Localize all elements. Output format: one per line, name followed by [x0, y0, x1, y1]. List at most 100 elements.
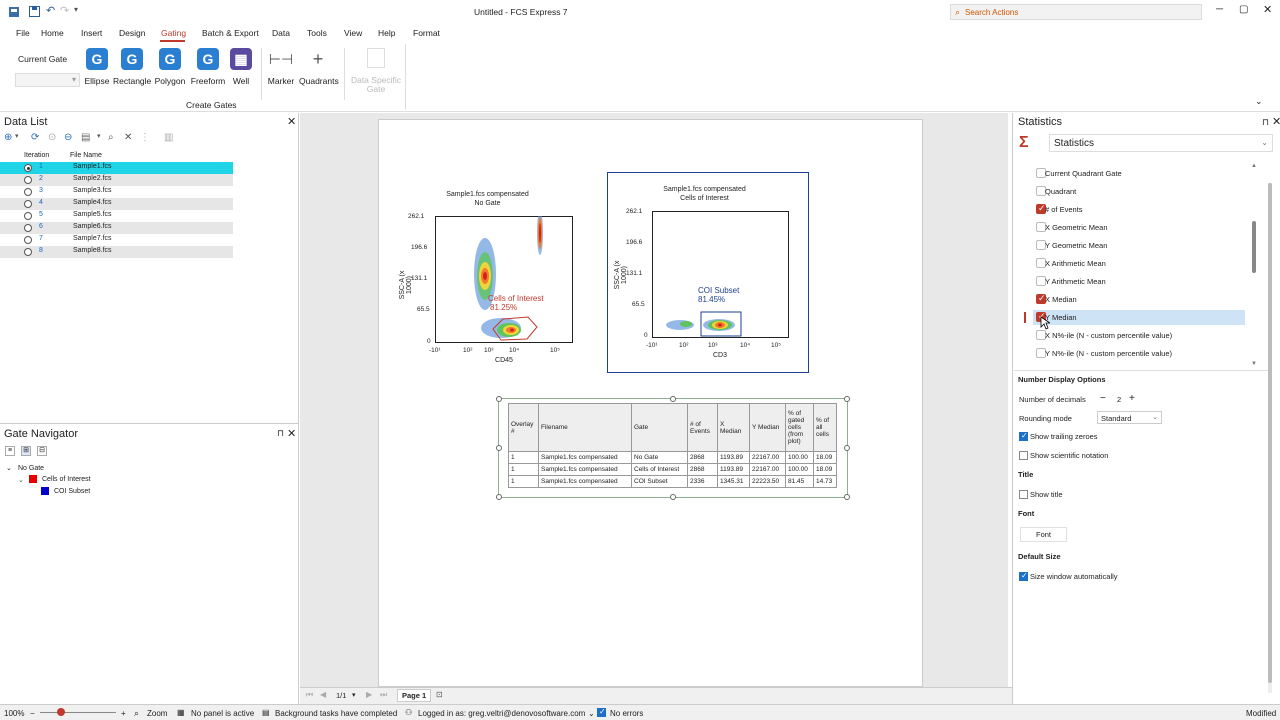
polygon-button[interactable]: G Polygon [154, 48, 186, 86]
view-icon[interactable]: ▤ [81, 132, 90, 143]
view-dropdown-icon[interactable]: ▾ [97, 132, 101, 140]
file-name-header[interactable]: File Name [70, 152, 102, 159]
stat-y-arithmetic-mean[interactable]: Y Arithmetic Mean [1033, 274, 1245, 289]
freeform-button[interactable]: G Freeform [190, 48, 226, 86]
menu-insert[interactable]: Insert [81, 28, 102, 38]
row-radio[interactable] [24, 212, 32, 220]
font-button[interactable]: Font [1020, 527, 1067, 542]
quadrants-button[interactable]: + Quadrants [299, 48, 339, 86]
menu-help[interactable]: Help [378, 28, 395, 38]
up-icon[interactable]: ⊙ [48, 132, 56, 143]
resize-handle[interactable] [496, 445, 502, 451]
menu-home[interactable]: Home [41, 28, 64, 38]
data-list-row[interactable]: 1 Sample1.fcs [0, 162, 233, 174]
stat-y-geometric-mean[interactable]: Y Geometric Mean [1033, 238, 1245, 253]
zoom-label[interactable]: Zoom [147, 709, 167, 718]
menu-view[interactable]: View [344, 28, 362, 38]
iteration-header[interactable]: Iteration [24, 152, 49, 159]
resize-handle[interactable] [844, 396, 850, 402]
data-list-row[interactable]: 7 Sample7.fcs [0, 234, 233, 246]
ribbon-collapse-icon[interactable]: ⌄ [1255, 96, 1263, 107]
down-icon[interactable]: ⊖ [64, 132, 72, 143]
stat-x-arithmetic-mean[interactable]: X Arithmetic Mean [1033, 256, 1245, 271]
stat-y-median[interactable]: Y Median [1033, 310, 1245, 325]
current-gate-dropdown[interactable]: ▾ [15, 73, 80, 87]
resize-handle[interactable] [496, 494, 502, 500]
next-page-icon[interactable]: ▶ [366, 690, 372, 699]
quick-access-dropdown-icon[interactable]: ▾ [74, 5, 78, 14]
gate-tree-coi-subset[interactable]: COI Subset [54, 488, 90, 495]
data-list-row[interactable]: 4 Sample4.fcs [0, 198, 233, 210]
row-radio[interactable] [24, 188, 32, 196]
ellipse-button[interactable]: G Ellipse [84, 48, 110, 86]
menu-design[interactable]: Design [119, 28, 145, 38]
minimize-button[interactable]: ─ [1216, 4, 1223, 15]
menu-file[interactable]: File [16, 28, 30, 38]
add-icon[interactable]: ⊕ [4, 132, 12, 143]
resize-handle[interactable] [670, 494, 676, 500]
size-window-checkbox[interactable] [1019, 571, 1028, 581]
tree-view-icon[interactable]: ⊟ [37, 446, 47, 456]
prev-page-icon[interactable]: ◀ [320, 690, 326, 699]
gate-tree-cells-of-interest[interactable]: Cells of Interest [42, 476, 91, 483]
plot1-scatter[interactable] [435, 216, 573, 343]
find-icon[interactable]: ⌕ [108, 132, 114, 143]
show-scientific-checkbox[interactable] [1019, 451, 1028, 460]
stat-number-of-events[interactable]: # of Events [1033, 202, 1245, 217]
stat-x-percentile[interactable]: X N%-ile (N - custom percentile value) [1033, 328, 1245, 343]
data-list-row[interactable]: 5 Sample5.fcs [0, 210, 233, 222]
row-radio[interactable] [24, 176, 32, 184]
show-trailing-zeroes-checkbox[interactable] [1019, 431, 1028, 441]
maximize-button[interactable]: ▢ [1239, 4, 1248, 15]
pin-icon[interactable]: ⊓ [1262, 117, 1269, 128]
statistics-dropdown[interactable]: Statistics ⌄ [1049, 134, 1273, 152]
menu-gating[interactable]: Gating [161, 28, 186, 38]
data-list-row[interactable]: 3 Sample3.fcs [0, 186, 233, 198]
increment-button[interactable]: + [1129, 393, 1135, 404]
data-list-row[interactable]: 2 Sample2.fcs [0, 174, 233, 186]
expand-cells-icon[interactable]: ⌄ [18, 476, 24, 484]
decrement-button[interactable]: − [1100, 393, 1106, 404]
menu-batch-export[interactable]: Batch & Export [202, 28, 259, 38]
marker-button[interactable]: ⊢⊣ Marker [266, 48, 296, 86]
row-radio[interactable] [24, 224, 32, 232]
resize-handle[interactable] [844, 445, 850, 451]
expand-icon[interactable]: ⊞ [21, 446, 31, 456]
plot2-scatter[interactable] [652, 211, 789, 338]
statistics-close-icon[interactable]: ✕ [1272, 115, 1280, 128]
decimals-value[interactable]: 2 [1117, 395, 1121, 404]
show-title-checkbox[interactable] [1019, 490, 1028, 499]
search-box[interactable]: ⌕ Search Actions [950, 4, 1202, 20]
settings-icon[interactable]: ▥ [164, 132, 173, 143]
undo-icon[interactable]: ↶ [46, 4, 55, 17]
add-page-icon[interactable]: ⊡ [436, 690, 443, 699]
resize-handle[interactable] [844, 494, 850, 500]
data-specific-gate-button[interactable]: Data Specific Gate [350, 48, 402, 94]
resize-handle[interactable] [496, 396, 502, 402]
data-list-row[interactable]: 8 Sample8.fcs [0, 246, 233, 258]
rectangle-button[interactable]: G Rectangle [113, 48, 151, 86]
close-button[interactable]: ✕ [1263, 3, 1272, 16]
well-button[interactable]: ▦ Well [229, 48, 253, 86]
page-dropdown-icon[interactable]: ▾ [352, 691, 356, 699]
row-radio[interactable] [24, 200, 32, 208]
gate-tree-no-gate[interactable]: No Gate [18, 465, 44, 472]
zoom-slider-thumb[interactable] [57, 708, 65, 716]
last-page-icon[interactable]: ⏭ [380, 690, 387, 700]
stat-x-median[interactable]: X Median [1033, 292, 1245, 307]
collapse-all-icon[interactable]: ≡ [5, 446, 15, 456]
row-radio[interactable] [24, 164, 32, 172]
statistics-scrollbar[interactable]: ▲ ▼ [1249, 163, 1259, 367]
zoom-in-icon[interactable]: + [121, 709, 126, 718]
pin-icon[interactable]: ⊓ [277, 428, 284, 439]
data-list-row[interactable]: 6 Sample6.fcs [0, 222, 233, 234]
expand-no-gate-icon[interactable]: ⌄ [6, 464, 12, 472]
first-page-icon[interactable]: ⏮ [306, 690, 313, 700]
delete-icon[interactable]: ✕ [124, 132, 132, 143]
stat-y-percentile[interactable]: Y N%-ile (N - custom percentile value) [1033, 346, 1245, 361]
refresh-icon[interactable]: ⟳ [31, 132, 39, 143]
menu-format[interactable]: Format [413, 28, 440, 38]
stat-quadrant[interactable]: Quadrant [1033, 184, 1245, 199]
login-dropdown-icon[interactable]: ⌄ [588, 709, 595, 718]
page-1-tab[interactable]: Page 1 [397, 689, 432, 702]
